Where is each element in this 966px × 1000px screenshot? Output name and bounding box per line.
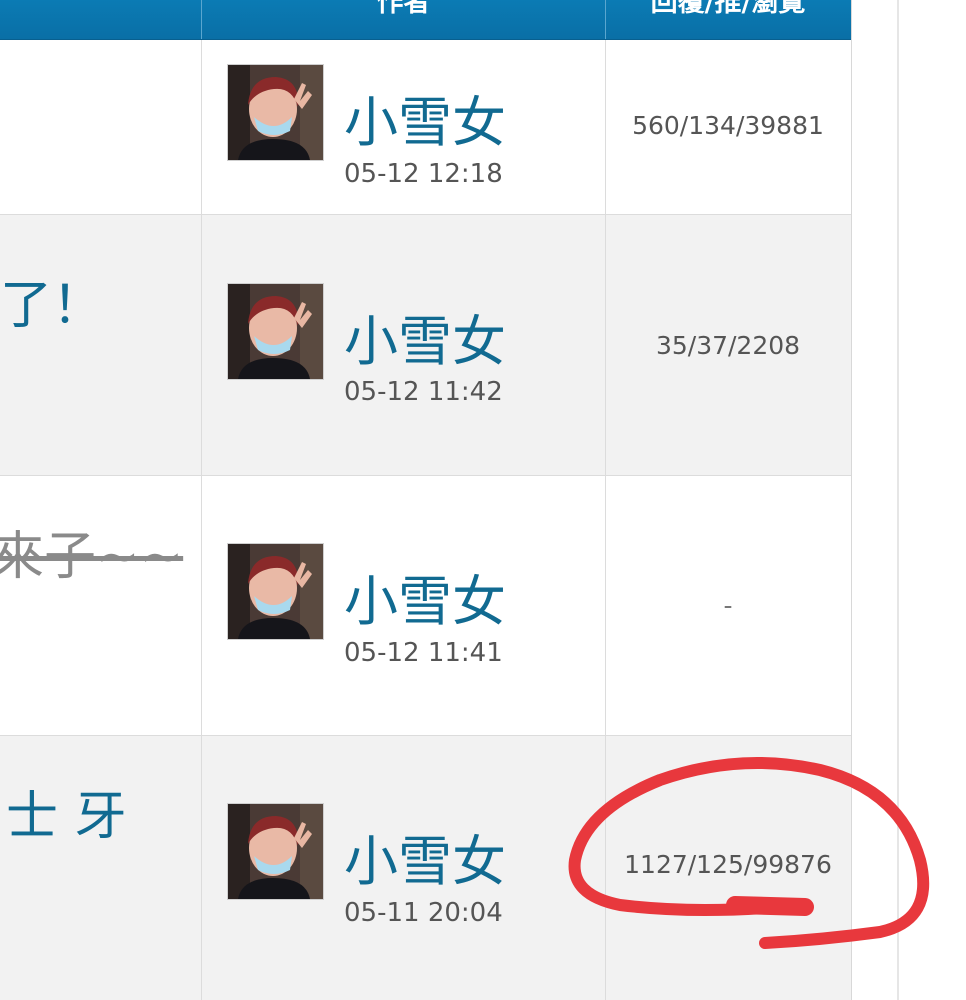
author-avatar[interactable] <box>227 803 324 900</box>
author-column-header[interactable]: 作者 <box>202 0 605 39</box>
table-row[interactable]: 了！ 小雪女 05-12 11:42 35/37/2208 <box>0 215 851 476</box>
thread-title[interactable]: 士 牙 <box>6 774 127 849</box>
thread-stats: 35/37/2208 <box>655 331 801 360</box>
stats-column-header[interactable]: 回覆/推/瀏覽 <box>606 0 850 39</box>
author-name[interactable]: 小雪女 <box>344 817 506 896</box>
author-avatar[interactable] <box>227 64 324 161</box>
right-margin-panel <box>852 0 966 1000</box>
post-date: 05-12 12:18 <box>344 159 503 189</box>
thread-stats: 1127/125/99876 <box>624 850 832 879</box>
author-avatar[interactable] <box>227 283 324 380</box>
thread-title[interactable]: 來子~~ <box>0 514 183 589</box>
author-name[interactable]: 小雪女 <box>344 557 506 636</box>
post-date: 05-12 11:42 <box>344 377 503 407</box>
thread-title[interactable]: 了！ <box>0 263 104 338</box>
thread-stats: - <box>723 591 733 620</box>
table-row[interactable]: 來子~~ 小雪女 05-12 11:41 - <box>0 476 851 736</box>
author-name[interactable]: 小雪女 <box>344 78 506 157</box>
table-header: 作者 回覆/推/瀏覽 <box>0 0 851 40</box>
table-row[interactable]: 小雪女 05-12 12:18 560/134/39881 <box>0 40 851 215</box>
panel-divider <box>897 0 899 1000</box>
thread-list-table: 作者 回覆/推/瀏覽 小雪女 05-12 12:18 560/134/39881 <box>0 0 852 1000</box>
table-row[interactable]: 士 牙 小雪女 05-11 20:04 1127/125/99876 <box>0 736 851 1000</box>
author-name[interactable]: 小雪女 <box>344 297 506 376</box>
post-date: 05-12 11:41 <box>344 638 503 668</box>
post-date: 05-11 20:04 <box>344 898 503 928</box>
thread-stats: 560/134/39881 <box>632 111 824 140</box>
author-avatar[interactable] <box>227 543 324 640</box>
